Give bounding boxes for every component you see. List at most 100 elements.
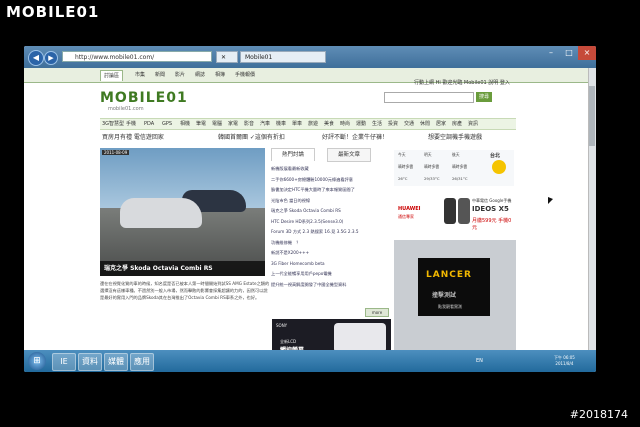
- weather-cond: 晴時多雲: [398, 164, 414, 169]
- media-taskbar-icon[interactable]: 媒體: [104, 353, 128, 371]
- menu-item[interactable]: 投資: [388, 119, 398, 129]
- menu-item[interactable]: 美食: [324, 119, 334, 129]
- menu-item[interactable]: 機車: [276, 119, 286, 129]
- promo-link[interactable]: 想要空調機手機遊戲: [428, 132, 482, 144]
- search-button[interactable]: 搜尋: [476, 92, 492, 102]
- lancer-ad-banner[interactable]: LANCER 撞擊測試 點我觀看實測: [394, 240, 516, 350]
- list-item[interactable]: 臉書加決定HTC平機大量時了來本報質區間了: [271, 185, 393, 196]
- weather-cond: 晴時多雲: [452, 164, 468, 169]
- system-tray[interactable]: EN: [476, 357, 536, 365]
- weather-temp: 26/31°C: [452, 176, 468, 181]
- promo-link[interactable]: 買房月有禮 電信遊回家: [102, 132, 164, 144]
- list-item[interactable]: 上一代全能暢享用用戶pepo電機: [271, 269, 393, 280]
- windows-taskbar: ⊞ IE 資料夾 媒體 應用 EN 下午 06:05 2011/8/4: [24, 350, 596, 372]
- news-tabs: 熱門討論 最新文章: [271, 148, 381, 162]
- menu-item[interactable]: 筆電: [196, 119, 206, 129]
- back-icon[interactable]: ◀: [28, 50, 44, 66]
- list-item[interactable]: 新機版展看最新收藏: [271, 164, 393, 175]
- huawei-line1: 中華電信 Google手機: [472, 198, 512, 203]
- list-item[interactable]: 3G Fiber Homecomb beta: [271, 259, 393, 270]
- menu-item[interactable]: 3G智慧型: [102, 119, 124, 129]
- list-item[interactable]: Forum 3D 方式 2.3 熱搜索 16.見 3.5G 2.3.5: [271, 227, 393, 238]
- camera-icon: [334, 323, 386, 353]
- menu-item[interactable]: 影音: [244, 119, 254, 129]
- menu-item[interactable]: 汽車: [260, 119, 270, 129]
- list-item[interactable]: HTC Desire HD系列2.3.5(Sense3.0): [271, 217, 393, 228]
- site-top-bar: 討論區 市集 新聞 影片 網誌 相簿 手機報價: [24, 68, 596, 83]
- start-button[interactable]: ⊞: [28, 352, 46, 370]
- tab-phone-price[interactable]: 手機報價: [232, 70, 258, 80]
- clock-date: 2011/8/4: [555, 361, 574, 366]
- tab-hot-discussion[interactable]: 熱門討論: [271, 148, 316, 161]
- menu-item[interactable]: 生活: [372, 119, 382, 129]
- weather-day: 後天: [452, 152, 460, 157]
- tab-blank[interactable]: ✕: [216, 51, 238, 63]
- tab-latest-articles[interactable]: 最新文章: [327, 148, 372, 162]
- taskbar-clock[interactable]: 下午 06:05 2011/8/4: [554, 355, 575, 367]
- folder-taskbar-icon[interactable]: 資料夾: [78, 353, 102, 371]
- ie-taskbar-icon[interactable]: IE: [52, 353, 76, 371]
- menu-item[interactable]: 相機: [180, 119, 190, 129]
- tab-mobile01[interactable]: Mobile01: [240, 51, 326, 63]
- feature-date-badge: 2011-08-09: [102, 150, 130, 155]
- huawei-ad-banner[interactable]: HUAWEI 通信專家 中華電信 Google手機 IDEOS X5 月繳599…: [396, 192, 516, 236]
- sony-brand: SONY: [276, 323, 288, 328]
- tab-video[interactable]: 影片: [172, 70, 188, 80]
- feature-caption[interactable]: 瑞克之爭 Skoda Octavia Combi RS: [100, 261, 265, 276]
- site-logo[interactable]: MOBILE01: [100, 90, 188, 106]
- tab-blog[interactable]: 網誌: [192, 70, 208, 80]
- lancer-title: LANCER: [426, 270, 472, 280]
- menu-item[interactable]: 居家: [436, 119, 446, 129]
- scrollbar-thumb[interactable]: [589, 86, 595, 146]
- lancer-cta[interactable]: 點我觀看實測: [438, 304, 462, 310]
- list-item[interactable]: 二手你6600+房總體驗10000元條遍看評意: [271, 175, 393, 186]
- weather-day: 今天: [398, 152, 406, 157]
- list-item[interactable]: 功機維修機 ？: [271, 238, 393, 249]
- menu-item[interactable]: 家電: [228, 119, 238, 129]
- weather-day: 明天: [424, 152, 432, 157]
- feature-description: 還在在視覺化質的車的時候，知名度是否已被本人第一時間開始到試SS AMG Est…: [100, 281, 270, 300]
- weather-city: 台北: [490, 153, 501, 159]
- list-item[interactable]: 瑞克之爭 Skoda Octavia Combi RS: [271, 206, 393, 217]
- list-item[interactable]: 提升統一視高解度開發了中國全機型資料: [271, 280, 393, 291]
- tab-market[interactable]: 市集: [132, 70, 148, 80]
- search-input[interactable]: [384, 92, 474, 103]
- menu-item[interactable]: 單車: [292, 119, 302, 129]
- forward-icon[interactable]: ▶: [44, 51, 58, 65]
- menu-item[interactable]: GPS: [162, 119, 172, 129]
- weather-cond: 晴時多雲: [424, 164, 440, 169]
- app-taskbar-icon[interactable]: 應用: [130, 353, 154, 371]
- maximize-button[interactable]: □: [560, 46, 578, 60]
- menu-item[interactable]: 旅遊: [308, 119, 318, 129]
- tab-forum[interactable]: 討論區: [100, 70, 124, 81]
- lancer-box: LANCER 撞擊測試 點我觀看實測: [418, 258, 490, 316]
- minimize-button[interactable]: –: [542, 46, 560, 60]
- featured-image[interactable]: 2011-08-09 瑞克之爭 Skoda Octavia Combi RS: [100, 148, 265, 276]
- list-item[interactable]: 新說不是X200+++: [271, 248, 393, 259]
- menu-item[interactable]: 手機: [126, 119, 136, 129]
- menu-item[interactable]: 電腦: [212, 119, 222, 129]
- promo-link[interactable]: 好評不斷！企業牛仔褲！: [322, 132, 388, 144]
- menu-item[interactable]: PDA: [144, 119, 154, 129]
- close-button[interactable]: ×: [578, 46, 596, 60]
- site-logo-sub: mobile01.com: [108, 106, 144, 112]
- menu-item[interactable]: 資訊: [468, 119, 478, 129]
- menu-item[interactable]: 房產: [452, 119, 462, 129]
- more-button[interactable]: more: [365, 308, 389, 317]
- weather-widget: 今天 明天 後天 晴時多雲 晴時多雲 晴時多雲 26°C 29/33°C 26/…: [394, 150, 514, 186]
- login-links[interactable]: 行動上網 Hi 歡迎光臨 Mobile01 說明 登入: [414, 79, 510, 86]
- menu-item[interactable]: 運動: [356, 119, 366, 129]
- tab-news[interactable]: 新聞: [152, 70, 168, 80]
- menu-item[interactable]: 休閒: [420, 119, 430, 129]
- car-silver: [120, 198, 202, 228]
- tab-album[interactable]: 相簿: [212, 70, 228, 80]
- monitor-screen: ◀ ▶ http://www.mobile01.com/ ✕ Mobile01 …: [24, 46, 596, 372]
- list-item[interactable]: 光陰市色 當日的視線: [271, 196, 393, 207]
- watermark-logo: MOBILE01: [6, 3, 100, 21]
- menu-item[interactable]: 交通: [404, 119, 414, 129]
- promo-link[interactable]: 韓國首爾團 ✓這個有折扣: [218, 132, 285, 144]
- address-bar[interactable]: http://www.mobile01.com/: [62, 51, 212, 62]
- watermark-id: #2018174: [569, 408, 628, 421]
- category-menu: 3G智慧型 手機 PDA GPS 相機 筆電 電腦 家電 影音 汽車 機車 單車…: [100, 118, 516, 130]
- menu-item[interactable]: 時尚: [340, 119, 350, 129]
